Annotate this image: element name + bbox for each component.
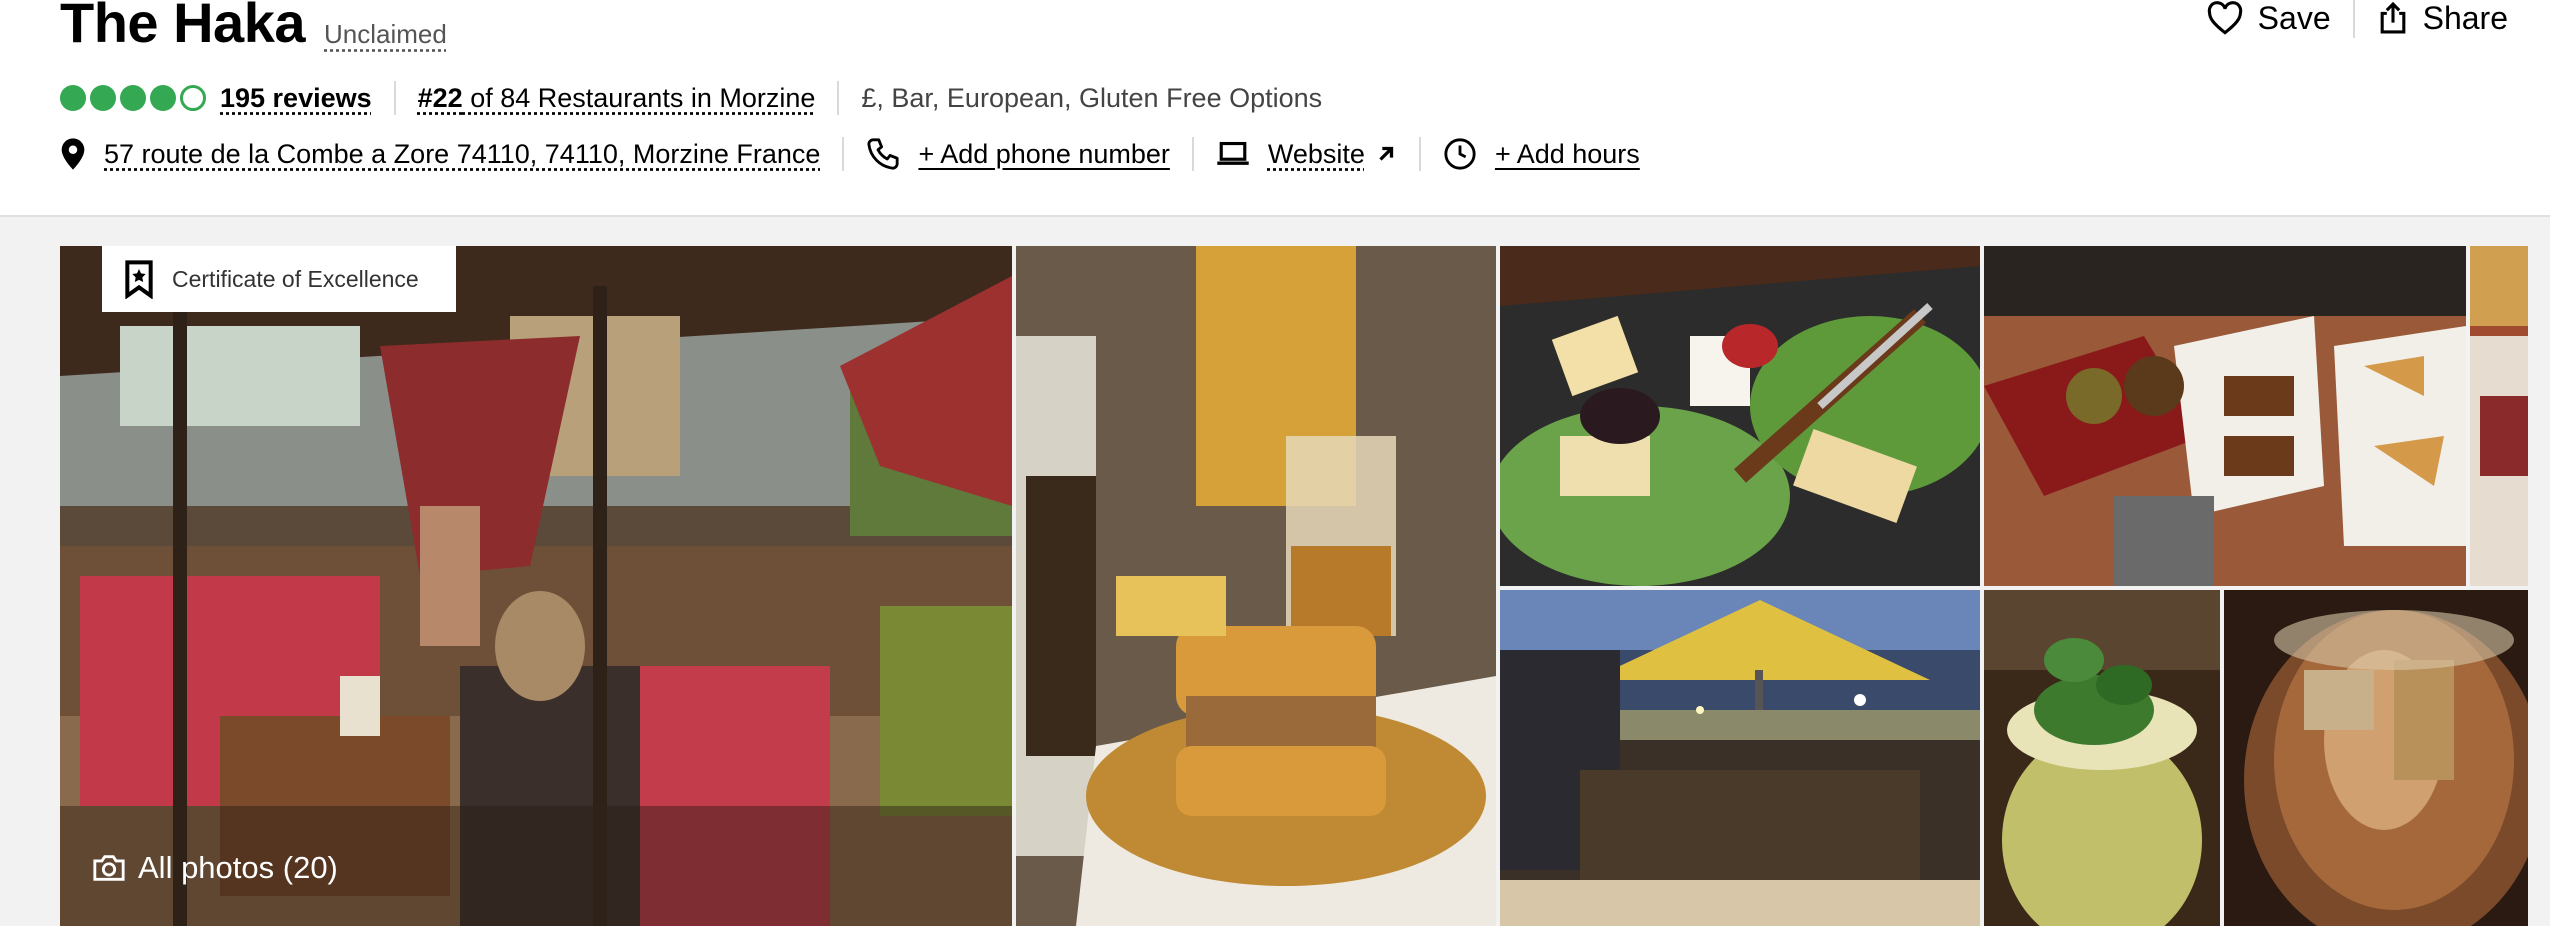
add-phone-label: + Add phone number [918, 138, 1170, 169]
location-pin-icon [61, 138, 85, 170]
rating-bubble-filled [60, 85, 86, 111]
divider [837, 81, 840, 115]
clock-icon [1444, 138, 1476, 170]
external-arrow-icon [1379, 146, 1394, 161]
all-photos-label: All photos (20) [138, 850, 338, 885]
add-hours-label: + Add hours [1494, 138, 1640, 169]
photo-terrace[interactable] [60, 246, 1012, 926]
address-text: 57 route de la Combe a Zore 74110, 74110… [104, 138, 821, 169]
rating-bubble-filled [120, 85, 146, 111]
rating-row: 195 reviews #22 of 84 Restaurants in Mor… [60, 78, 1322, 118]
photo-night-terrace[interactable] [1500, 590, 1980, 926]
save-button[interactable]: Save [2206, 0, 2331, 37]
add-hours-link[interactable]: + Add hours [1443, 137, 1640, 171]
photo-tapas[interactable] [1984, 246, 2466, 586]
photo-cheese-plate[interactable] [1500, 246, 1980, 586]
divider [1418, 137, 1421, 171]
camera-icon [93, 855, 125, 881]
reviews-count-link[interactable]: 195 reviews [220, 83, 372, 114]
cuisine-tags: £, Bar, European, Gluten Free Options [861, 82, 1323, 113]
photo-waffle[interactable] [1016, 246, 1496, 926]
rating-bubbles[interactable] [60, 85, 206, 111]
restaurant-title: The Haka [60, 0, 306, 54]
divider [393, 81, 396, 115]
rating-bubble-filled [90, 85, 116, 111]
divider [1191, 137, 1194, 171]
unclaimed-link[interactable]: Unclaimed [324, 19, 447, 50]
photo-gallery [60, 246, 2550, 926]
photo-cocktail[interactable] [1984, 590, 2220, 926]
bookmark-icon [125, 260, 153, 299]
photo-partial[interactable] [2470, 246, 2528, 586]
ranking-link[interactable]: #22 of 84 Restaurants in Morzine [418, 83, 816, 114]
add-phone-link[interactable]: + Add phone number [866, 137, 1170, 171]
rating-bubble-filled [150, 85, 176, 111]
address-link[interactable]: 57 route de la Combe a Zore 74110, 74110… [60, 137, 820, 171]
rating-bubble-empty [180, 85, 206, 111]
laptop-icon [1217, 141, 1249, 165]
certificate-label: Certificate of Excellence [172, 265, 419, 292]
photo-beer-glass[interactable] [2224, 590, 2528, 926]
website-label: Website [1267, 138, 1365, 169]
share-icon [2380, 1, 2405, 34]
rank-number: #22 [417, 82, 463, 113]
share-button[interactable]: Share [2377, 0, 2508, 37]
share-label: Share [2422, 0, 2508, 36]
phone-icon [867, 138, 900, 170]
all-photos-button[interactable]: All photos (20) [92, 850, 338, 886]
heart-icon [2207, 1, 2242, 35]
save-label: Save [2257, 0, 2331, 36]
website-link[interactable]: Website [1216, 139, 1397, 170]
rank-text: of 84 Restaurants in Morzine [462, 82, 816, 113]
divider [842, 137, 845, 171]
contact-row: 57 route de la Combe a Zore 74110, 74110… [60, 134, 1640, 174]
action-divider [2352, 0, 2355, 38]
certificate-badge: Certificate of Excellence [102, 246, 456, 312]
restaurant-header: The Haka Unclaimed Save Share 195 review… [0, 0, 2550, 217]
header-actions: Save Share [2206, 0, 2508, 38]
